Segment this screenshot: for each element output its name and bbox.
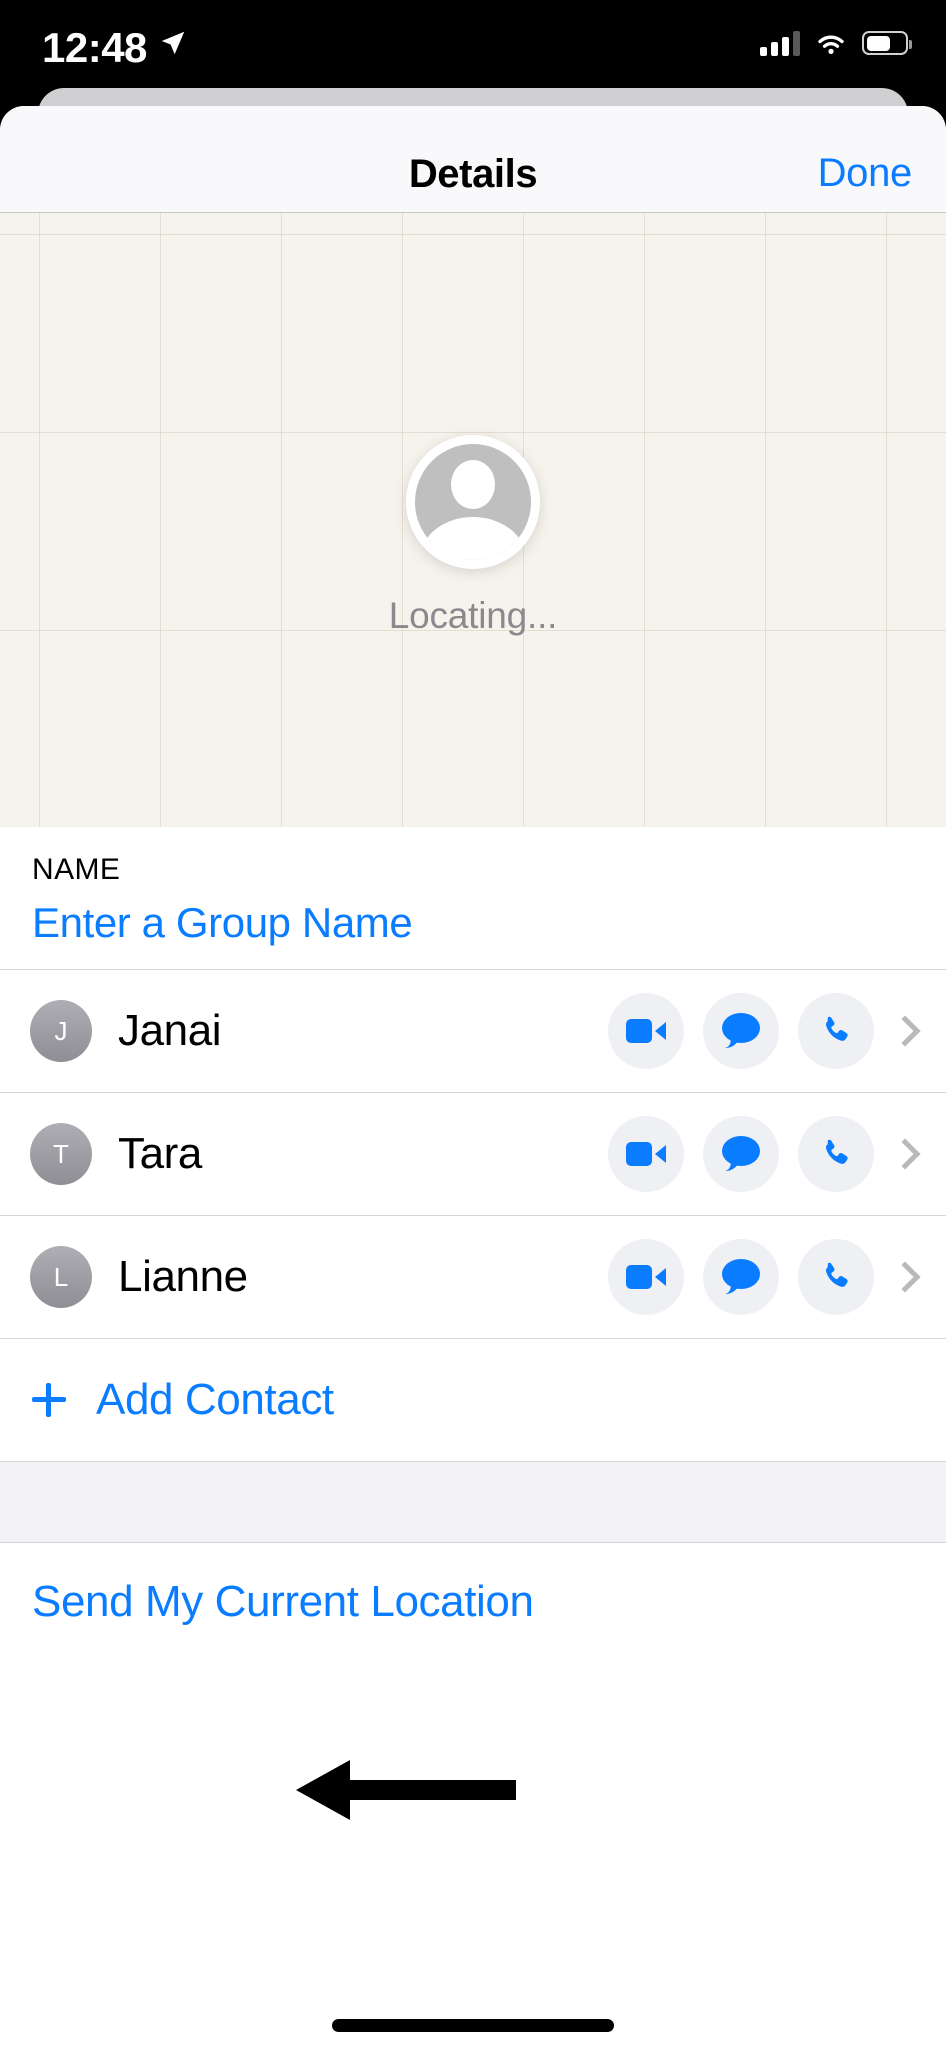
avatar: L [30, 1246, 92, 1308]
table-row[interactable]: T Tara [0, 1093, 946, 1216]
chevron-right-icon[interactable] [889, 1261, 921, 1293]
map-view[interactable]: Locating... [0, 213, 946, 827]
navigation-bar: Details Done [0, 106, 946, 213]
send-location-label: Send My Current Location [32, 1577, 534, 1626]
section-gap [0, 1461, 946, 1543]
contacts-list: J Janai T Tara L Lianne [0, 970, 946, 1339]
facetime-video-icon [626, 1019, 666, 1043]
message-bubble-button[interactable] [703, 1116, 779, 1192]
done-button[interactable]: Done [818, 151, 913, 196]
add-contact-row[interactable]: Add Contact [0, 1339, 946, 1461]
home-indicator [332, 2019, 614, 2032]
contact-name: Lianne [118, 1252, 248, 1301]
facetime-video-button[interactable] [608, 1239, 684, 1315]
facetime-video-button[interactable] [608, 993, 684, 1069]
send-location-row[interactable]: Send My Current Location [0, 1543, 946, 1627]
avatar: T [30, 1123, 92, 1185]
phone-screen: 12:48 Details Done Locating... NAME Ente… [0, 0, 946, 2048]
avatar-initial: J [54, 1015, 68, 1046]
avatar-initial: T [53, 1138, 69, 1169]
details-sheet: Details Done Locating... NAME Enter a Gr… [0, 106, 946, 2048]
wifi-icon [818, 35, 844, 54]
phone-icon [825, 1139, 848, 1164]
contact-actions [608, 1239, 874, 1315]
person-placeholder-icon [406, 435, 540, 569]
group-name-input[interactable]: Enter a Group Name [32, 899, 914, 947]
add-contact-label: Add Contact [96, 1375, 334, 1424]
plus-icon [32, 1383, 66, 1417]
facetime-video-icon [626, 1142, 666, 1166]
contact-name: Tara [118, 1129, 202, 1178]
contact-actions [608, 1116, 874, 1192]
chevron-right-icon[interactable] [889, 1138, 921, 1170]
name-section-header: NAME [32, 853, 121, 886]
phone-icon [825, 1262, 848, 1287]
contact-actions [608, 993, 874, 1069]
page-title: Details [408, 152, 538, 196]
message-bubble-icon [722, 1136, 760, 1171]
map-center-annotation: Locating... [0, 435, 946, 637]
facetime-video-icon [626, 1265, 666, 1289]
message-bubble-icon [722, 1013, 760, 1048]
message-bubble-button[interactable] [703, 993, 779, 1069]
phone-button[interactable] [798, 1239, 874, 1315]
table-row[interactable]: L Lianne [0, 1216, 946, 1339]
message-bubble-button[interactable] [703, 1239, 779, 1315]
status-bar-indicators [760, 30, 912, 56]
group-name-block: NAME Enter a Group Name [0, 827, 946, 970]
phone-button[interactable] [798, 993, 874, 1069]
status-bar-time: 12:48 [42, 24, 147, 71]
status-bar: 12:48 [0, 0, 946, 96]
avatar: J [30, 1000, 92, 1062]
avatar-initial: L [53, 1261, 69, 1292]
cellular-bars-icon [760, 30, 800, 56]
location-arrow-icon [161, 31, 185, 55]
table-row[interactable]: J Janai [0, 970, 946, 1093]
contact-name: Janai [118, 1006, 222, 1055]
phone-button[interactable] [798, 1116, 874, 1192]
message-bubble-icon [722, 1259, 760, 1294]
chevron-right-icon[interactable] [889, 1015, 921, 1047]
facetime-video-button[interactable] [608, 1116, 684, 1192]
name-section: NAME Enter a Group Name [0, 827, 946, 970]
locating-status-text: Locating... [388, 595, 558, 636]
battery-icon [862, 31, 912, 55]
phone-icon [825, 1016, 848, 1041]
